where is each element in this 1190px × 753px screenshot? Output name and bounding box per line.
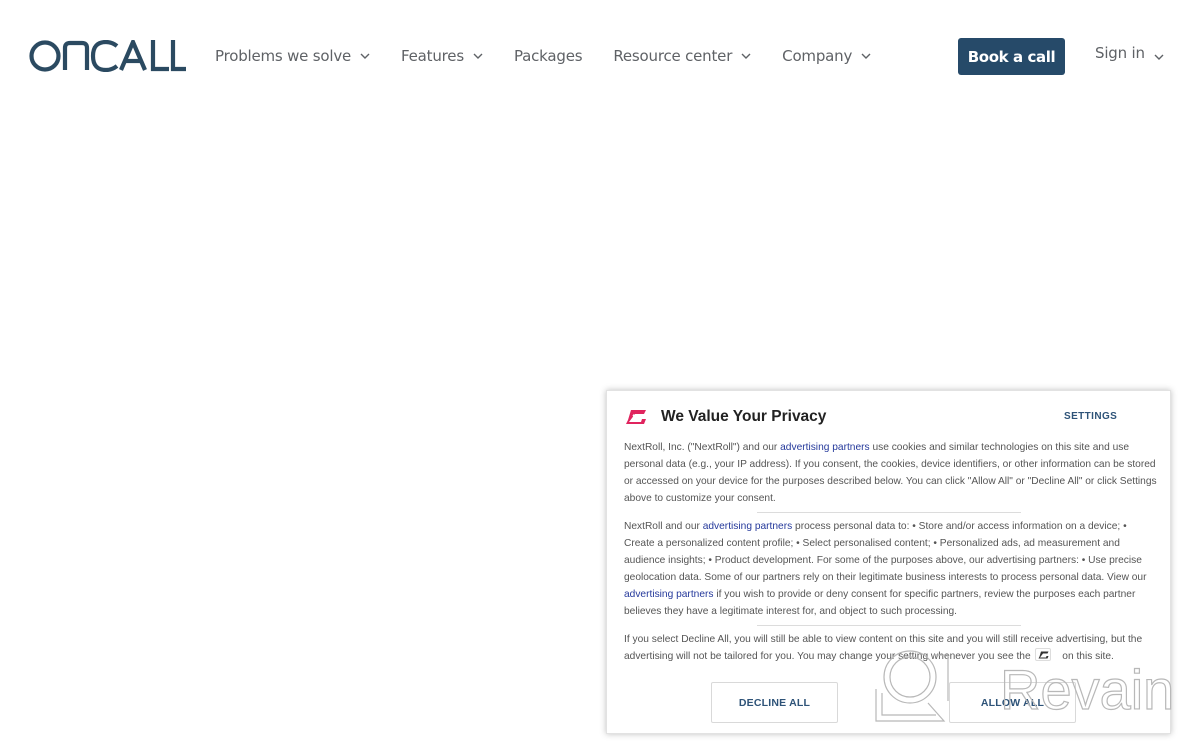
consent-decline-info-text: If you select Decline All, you will stil… xyxy=(624,631,1157,665)
nextroll-settings-icon[interactable] xyxy=(1035,648,1052,661)
allow-all-button[interactable]: ALLOW ALL xyxy=(949,682,1076,723)
oncall-logo-icon xyxy=(29,40,186,72)
nav-company[interactable]: Company xyxy=(782,47,871,65)
nav-label: Company xyxy=(782,47,853,65)
settings-link[interactable]: SETTINGS xyxy=(1064,411,1117,422)
chevron-down-icon xyxy=(473,51,483,61)
nav-resource-center[interactable]: Resource center xyxy=(613,47,751,65)
chevron-down-icon xyxy=(360,51,370,61)
consent-intro-text: NextRoll, Inc. ("NextRoll") and our adve… xyxy=(624,439,1157,507)
divider xyxy=(757,512,1021,513)
sign-in-label: Sign in xyxy=(1095,44,1145,62)
advertising-partners-link[interactable]: advertising partners xyxy=(703,521,792,532)
nav-features[interactable]: Features xyxy=(401,47,483,65)
text-segment: on this site. xyxy=(1059,651,1114,662)
divider xyxy=(757,625,1021,626)
book-a-call-button[interactable]: Book a call xyxy=(958,38,1065,75)
nav-packages[interactable]: Packages xyxy=(513,47,583,65)
nav-problems-we-solve[interactable]: Problems we solve xyxy=(215,47,370,65)
advertising-partners-link[interactable]: advertising partners xyxy=(780,442,869,453)
privacy-consent-dialog: We Value Your Privacy SETTINGS NextRoll,… xyxy=(606,390,1171,734)
text-segment: NextRoll and our xyxy=(624,521,703,532)
decline-all-button[interactable]: DECLINE ALL xyxy=(711,682,838,723)
nav-label: Features xyxy=(401,47,464,65)
nav-label: Problems we solve xyxy=(215,47,352,65)
consent-purposes-text: NextRoll and our advertising partners pr… xyxy=(624,518,1157,620)
consent-title: We Value Your Privacy xyxy=(661,408,827,425)
chevron-down-icon xyxy=(1154,48,1164,60)
nav-label: Resource center xyxy=(613,47,733,65)
advertising-partners-link[interactable]: advertising partners xyxy=(624,589,713,600)
main-nav: Problems we solve Features Packages Reso… xyxy=(215,44,902,68)
nav-label: Packages xyxy=(513,47,583,65)
oncall-logo[interactable] xyxy=(29,36,186,76)
site-header: Problems we solve Features Packages Reso… xyxy=(0,0,1190,112)
chevron-down-icon xyxy=(741,51,751,61)
chevron-down-icon xyxy=(861,51,871,61)
consent-header: We Value Your Privacy xyxy=(625,408,826,426)
sign-in-menu[interactable]: Sign in xyxy=(1095,44,1164,62)
nextroll-logo-icon xyxy=(625,409,647,425)
text-segment: NextRoll, Inc. ("NextRoll") and our xyxy=(624,442,781,453)
